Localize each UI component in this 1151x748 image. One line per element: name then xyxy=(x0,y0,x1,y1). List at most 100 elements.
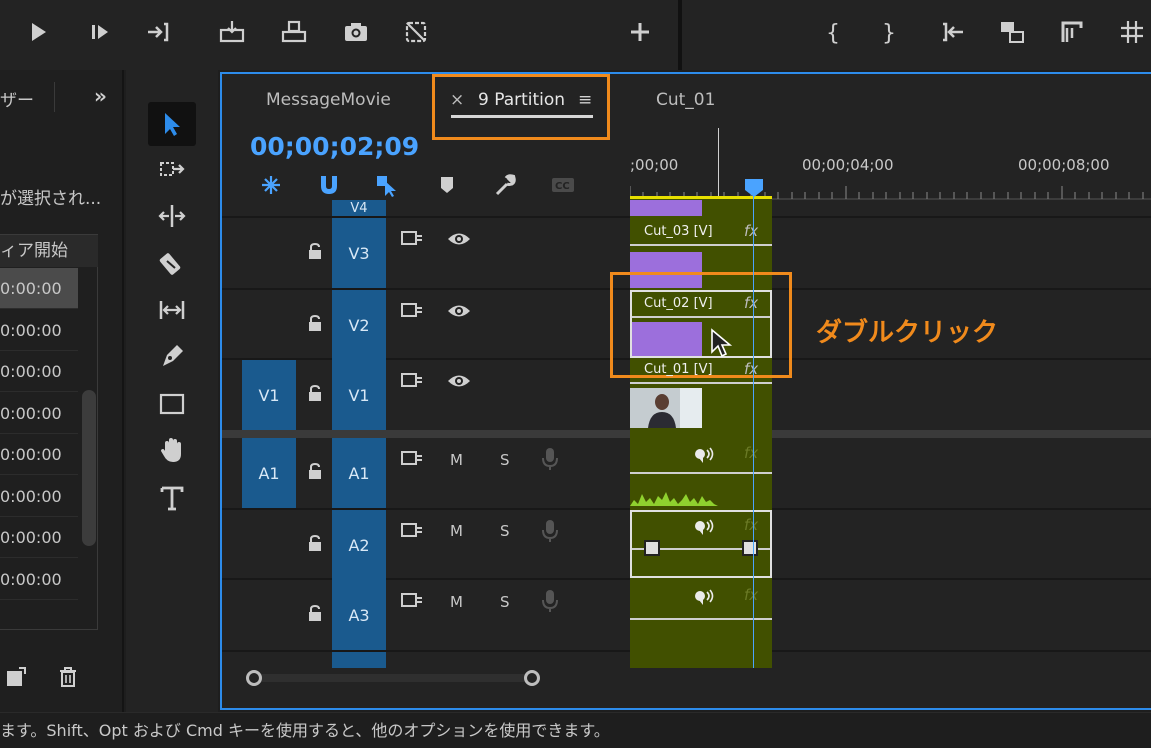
lock-icon[interactable] xyxy=(306,462,324,480)
linked-selection-icon[interactable] xyxy=(372,172,402,198)
playhead-line[interactable] xyxy=(753,188,754,668)
audio-clip-a1[interactable]: fx xyxy=(630,438,772,508)
list-item[interactable]: 0:00:00 xyxy=(0,559,78,600)
type-tool-icon[interactable] xyxy=(148,476,196,520)
track-target-a2[interactable]: A2 xyxy=(332,510,386,580)
add-button-icon[interactable] xyxy=(622,14,658,50)
mark-in-icon[interactable]: { xyxy=(814,14,850,50)
selection-tool-icon[interactable] xyxy=(148,102,196,146)
transition-handle[interactable] xyxy=(644,540,660,556)
list-item[interactable]: 0:00:00 xyxy=(0,434,78,475)
microphone-icon[interactable] xyxy=(540,446,560,472)
sync-lock-icon[interactable] xyxy=(400,370,424,390)
rectangle-tool-icon[interactable] xyxy=(148,382,196,426)
solo-button[interactable]: S xyxy=(500,593,510,611)
slip-tool-icon[interactable] xyxy=(148,288,196,332)
play-icon[interactable] xyxy=(20,14,56,50)
mute-button[interactable]: M xyxy=(450,522,463,540)
mute-button[interactable]: M xyxy=(450,593,463,611)
svg-text:CC: CC xyxy=(555,181,570,192)
eye-icon[interactable] xyxy=(446,372,472,390)
transition-handle[interactable] xyxy=(742,540,758,556)
lock-icon[interactable] xyxy=(306,384,324,402)
list-item[interactable]: 0:00:00 xyxy=(0,310,78,351)
source-patch-v1[interactable]: V1 xyxy=(242,360,296,430)
track-target-a3[interactable]: A3 xyxy=(332,580,386,650)
new-item-icon[interactable] xyxy=(4,665,28,689)
trash-icon[interactable] xyxy=(56,665,80,689)
safe-margins-icon[interactable] xyxy=(1114,14,1150,50)
svg-text:}: } xyxy=(882,21,896,46)
snap-icon[interactable] xyxy=(314,172,344,198)
clip-v4[interactable] xyxy=(630,200,702,216)
mute-button[interactable]: M xyxy=(450,451,463,469)
lock-icon[interactable] xyxy=(306,604,324,622)
sync-lock-icon[interactable] xyxy=(400,520,424,540)
nest-sequence-icon[interactable] xyxy=(256,172,286,198)
insert-icon[interactable] xyxy=(214,14,250,50)
lock-icon[interactable] xyxy=(306,314,324,332)
lock-icon[interactable] xyxy=(306,242,324,260)
razor-tool-icon[interactable] xyxy=(148,242,196,286)
button-editor-icon[interactable] xyxy=(398,14,434,50)
captions-icon[interactable]: CC xyxy=(548,172,578,198)
more-panels-icon[interactable]: » xyxy=(94,84,107,108)
column-header-media-start[interactable]: ィア開始 xyxy=(0,235,98,267)
track-target-a1[interactable]: A1 xyxy=(332,438,386,508)
ripple-edit-tool-icon[interactable] xyxy=(148,194,196,238)
mark-out-icon[interactable]: } xyxy=(870,14,906,50)
tab-messagemovie[interactable]: MessageMovie xyxy=(266,90,391,110)
fx-badge: fx xyxy=(744,586,759,604)
solo-button[interactable]: S xyxy=(500,451,510,469)
playhead-handle[interactable] xyxy=(744,178,764,198)
fx-badge: fx xyxy=(744,444,759,462)
timeline-settings-wrench-icon[interactable] xyxy=(490,172,520,198)
clip-cut-01[interactable]: Cut_01 [V] fx xyxy=(630,360,772,430)
lock-icon[interactable] xyxy=(306,534,324,552)
list-item[interactable]: 0:00:00 xyxy=(0,517,78,558)
microphone-icon[interactable] xyxy=(540,518,560,544)
hand-tool-icon[interactable] xyxy=(148,428,196,472)
list-item[interactable]: 0:00:00 xyxy=(0,476,78,517)
playhead-timecode[interactable]: 00;00;02;09 xyxy=(250,132,419,161)
pen-tool-icon[interactable] xyxy=(148,334,196,378)
track-target-v4[interactable]: V4 xyxy=(332,200,386,216)
timeline-panel: MessageMovie × 9 Partition ≡ Cut_01 00;0… xyxy=(220,72,1151,710)
track-target-v2[interactable]: V2 xyxy=(332,290,386,360)
toolbar-divider xyxy=(678,0,682,70)
ruler-label: 00;00;04;00 xyxy=(802,156,894,174)
zoom-handle-right[interactable] xyxy=(524,670,540,686)
tab-cut-01[interactable]: Cut_01 xyxy=(656,90,715,110)
eye-icon[interactable] xyxy=(446,302,472,320)
go-to-out-icon[interactable] xyxy=(140,14,176,50)
source-patch-a1[interactable]: A1 xyxy=(242,438,296,508)
track-target-a4[interactable] xyxy=(332,652,386,668)
zoom-handle-left[interactable] xyxy=(246,670,262,686)
export-frame-icon[interactable] xyxy=(338,14,374,50)
add-marker-icon[interactable] xyxy=(432,172,462,198)
list-item[interactable]: 0:00:00 xyxy=(0,351,78,392)
lift-icon[interactable] xyxy=(994,14,1030,50)
solo-button[interactable]: S xyxy=(500,522,510,540)
audio-clip-a2[interactable]: fx xyxy=(630,510,772,578)
microphone-icon[interactable] xyxy=(540,588,560,614)
list-item[interactable]: 0:00:00 xyxy=(0,268,78,309)
track-target-v3[interactable]: V3 xyxy=(332,218,386,288)
sync-lock-icon[interactable] xyxy=(400,448,424,468)
extract-icon[interactable] xyxy=(1054,14,1090,50)
list-item[interactable]: 0:00:00 xyxy=(0,393,78,434)
go-to-in-icon[interactable] xyxy=(934,14,970,50)
audio-clip-a3[interactable]: fx xyxy=(630,580,772,650)
sync-lock-icon[interactable] xyxy=(400,300,424,320)
vertical-scrollbar[interactable] xyxy=(82,390,96,546)
track-target-v1[interactable]: V1 xyxy=(332,360,386,430)
track-select-tool-icon[interactable] xyxy=(148,148,196,192)
step-forward-icon[interactable] xyxy=(82,14,118,50)
sync-lock-icon[interactable] xyxy=(400,228,424,248)
clip-thumbnail xyxy=(630,388,702,428)
timeline-zoom-scrollbar[interactable] xyxy=(246,670,1151,686)
overwrite-icon[interactable] xyxy=(276,14,312,50)
eye-icon[interactable] xyxy=(446,230,472,248)
project-panel-title[interactable]: ザー xyxy=(0,86,34,111)
sync-lock-icon[interactable] xyxy=(400,590,424,610)
